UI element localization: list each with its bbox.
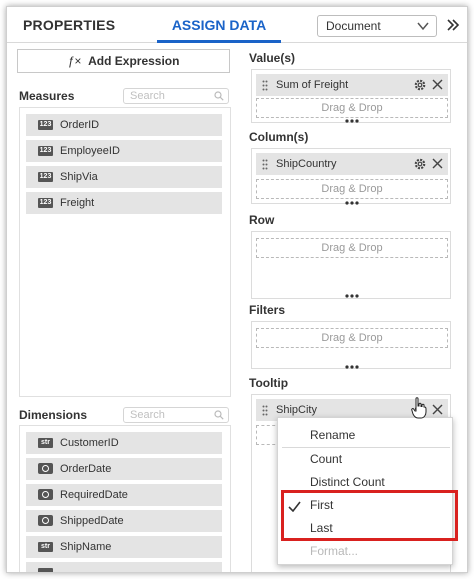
columns-title: Column(s)	[249, 130, 309, 144]
close-icon[interactable]	[432, 79, 443, 90]
number-type-icon: 123	[38, 172, 53, 182]
more-dots-icon[interactable]	[345, 119, 359, 123]
document-select-label: Document	[326, 19, 381, 33]
field-label: OrderDate	[60, 463, 112, 475]
columns-dropzone[interactable]: ShipCountry Drag & Drop	[251, 148, 451, 205]
columns-pill-label: ShipCountry	[276, 158, 337, 170]
field-label: ShippedDate	[60, 515, 124, 527]
date-type-icon	[38, 463, 53, 474]
drag-handle-icon[interactable]	[262, 405, 268, 416]
values-pill-label: Sum of Freight	[276, 79, 349, 91]
tab-assign-data[interactable]: ASSIGN DATA	[157, 7, 281, 43]
list-item[interactable]: str ShipName	[26, 536, 222, 558]
close-icon[interactable]	[432, 158, 443, 169]
menu-separator	[282, 447, 450, 448]
string-type-icon: str	[38, 542, 53, 552]
date-type-icon	[38, 489, 53, 500]
more-dots-icon[interactable]	[345, 365, 359, 369]
date-type-icon	[38, 515, 53, 526]
add-expression-label: Add Expression	[88, 54, 180, 68]
dimensions-search-input[interactable]: Search	[123, 407, 229, 423]
number-type-icon: 123	[38, 198, 53, 208]
list-item[interactable]: ShippedDate	[26, 510, 222, 532]
list-item[interactable]	[26, 562, 222, 572]
field-label: EmployeeID	[60, 145, 120, 157]
row-dropzone[interactable]: Drag & Drop	[251, 231, 451, 299]
list-item[interactable]: 123 OrderID	[26, 114, 222, 136]
add-expression-button[interactable]: ƒ× Add Expression	[17, 49, 230, 73]
fields-panel: ƒ× Add Expression Measures Search 123 Or…	[17, 47, 235, 572]
document-select[interactable]: Document	[317, 15, 437, 37]
list-item[interactable]: RequiredDate	[26, 484, 222, 506]
field-label: CustomerID	[60, 437, 119, 449]
field-label: RequiredDate	[60, 489, 128, 501]
dimensions-list: str CustomerID OrderDate RequiredDate Sh…	[19, 425, 231, 572]
drag-handle-icon[interactable]	[262, 159, 268, 170]
columns-drop-target[interactable]: Drag & Drop	[256, 179, 448, 199]
gear-icon[interactable]	[413, 78, 427, 92]
more-dots-icon[interactable]	[345, 294, 359, 298]
properties-panel: PROPERTIES ASSIGN DATA Document ƒ× Add E…	[6, 6, 468, 573]
filters-title: Filters	[249, 303, 286, 317]
columns-pill[interactable]: ShipCountry	[256, 153, 448, 175]
list-item[interactable]: str CustomerID	[26, 432, 222, 454]
tooltip-title: Tooltip	[249, 376, 289, 390]
string-type-icon	[38, 568, 53, 572]
tooltip-pill-label: ShipCity	[276, 404, 317, 416]
menu-item-count[interactable]: Count	[310, 452, 342, 466]
number-type-icon: 123	[38, 120, 53, 130]
highlight-box	[281, 490, 458, 541]
filters-dropzone[interactable]: Drag & Drop	[251, 321, 451, 369]
number-type-icon: 123	[38, 146, 53, 156]
filters-drop-target[interactable]: Drag & Drop	[256, 328, 448, 348]
list-item[interactable]: OrderDate	[26, 458, 222, 480]
field-label: OrderID	[60, 119, 100, 131]
gear-icon[interactable]	[413, 157, 427, 171]
drag-handle-icon[interactable]	[262, 80, 268, 91]
panel-header: PROPERTIES ASSIGN DATA Document	[7, 7, 467, 43]
field-label: ShipName	[60, 541, 112, 553]
measures-title: Measures	[19, 89, 75, 103]
field-label: ShipVia	[60, 171, 98, 183]
tab-properties[interactable]: PROPERTIES	[23, 17, 115, 33]
menu-item-rename[interactable]: Rename	[310, 428, 355, 442]
list-item[interactable]: 123 Freight	[26, 192, 222, 214]
values-dropzone[interactable]: Sum of Freight Drag & Drop	[251, 69, 451, 123]
double-chevron-right-icon[interactable]	[445, 17, 461, 33]
function-icon: ƒ×	[67, 54, 82, 68]
search-icon	[214, 410, 224, 420]
more-dots-icon[interactable]	[345, 201, 359, 205]
menu-item-format: Format...	[310, 544, 359, 558]
list-item[interactable]: 123 ShipVia	[26, 166, 222, 188]
row-drop-target[interactable]: Drag & Drop	[256, 238, 448, 258]
hand-cursor-icon	[411, 397, 427, 419]
field-label: Freight	[60, 197, 95, 209]
measures-list: 123 OrderID 123 EmployeeID 123 ShipVia 1…	[19, 107, 231, 397]
dimensions-title: Dimensions	[19, 408, 88, 422]
close-icon[interactable]	[432, 404, 443, 415]
measures-search-placeholder: Search	[130, 90, 165, 102]
row-title: Row	[249, 213, 275, 227]
values-drop-target[interactable]: Drag & Drop	[256, 98, 448, 118]
list-item[interactable]: 123 EmployeeID	[26, 140, 222, 162]
chevron-down-icon	[417, 22, 429, 31]
values-pill[interactable]: Sum of Freight	[256, 74, 448, 96]
string-type-icon: str	[38, 438, 53, 448]
dimensions-search-placeholder: Search	[130, 409, 165, 421]
measures-search-input[interactable]: Search	[123, 88, 229, 104]
values-title: Value(s)	[249, 51, 296, 65]
search-icon	[214, 91, 224, 101]
menu-item-distinct-count[interactable]: Distinct Count	[310, 475, 385, 489]
